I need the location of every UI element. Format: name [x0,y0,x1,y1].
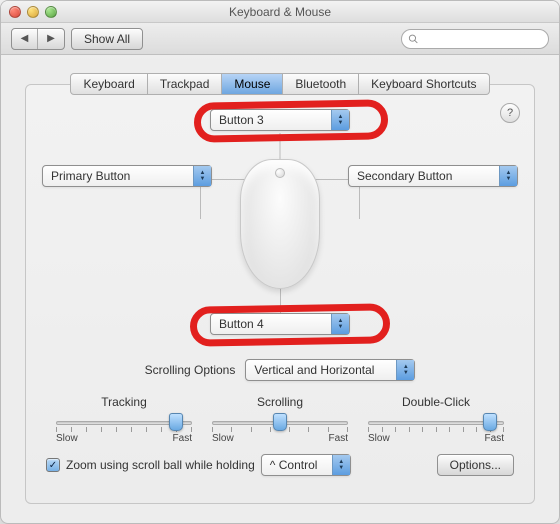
titlebar: Keyboard & Mouse [1,1,559,23]
search-input[interactable] [423,32,542,46]
tab-bar: Keyboard Trackpad Mouse Bluetooth Keyboa… [25,73,535,95]
mouse-panel: ? Button 3 ▲▼ [25,84,535,504]
tab-bluetooth[interactable]: Bluetooth [283,73,359,95]
stepper-icon: ▲▼ [499,166,517,186]
mouse-diagram: Button 3 ▲▼ Primary Button ▲▼ Secondary … [42,109,518,319]
stepper-icon: ▲▼ [331,110,349,130]
toolbar: ◀ ▶ Show All [1,23,559,55]
tab-keyboard[interactable]: Keyboard [70,73,147,95]
side-button-select[interactable]: Button 4 ▲▼ [210,313,350,335]
tracking-slider[interactable] [56,413,192,431]
zoom-label: Zoom using scroll ball while holding [66,458,255,472]
scroll-ball-button-select[interactable]: Button 3 ▲▼ [210,109,350,131]
search-field[interactable] [401,29,549,49]
slider-slow-label: Slow [56,433,78,444]
scrolling-options-select[interactable]: Vertical and Horizontal ▲▼ [245,359,415,381]
slider-slow-label: Slow [212,433,234,444]
show-all-button[interactable]: Show All [71,28,143,50]
scrolling-slider-label: Scrolling [212,395,348,409]
stepper-icon: ▲▼ [193,166,211,186]
tab-keyboard-shortcuts[interactable]: Keyboard Shortcuts [359,73,489,95]
options-button[interactable]: Options... [437,454,514,476]
stepper-icon: ▲▼ [331,314,349,334]
doubleclick-slider-group: Double-Click Slow Fast [358,395,514,444]
stepper-icon: ▲▼ [332,455,350,475]
forward-button[interactable]: ▶ [38,29,64,49]
right-button-select[interactable]: Secondary Button ▲▼ [348,165,518,187]
slider-fast-label: Fast [329,433,348,444]
popup-value: ^ Control [262,455,332,475]
tracking-slider-group: Tracking Slow Fast [46,395,202,444]
scrolling-slider[interactable] [212,413,348,431]
popup-value: Button 3 [211,110,331,130]
left-button-select[interactable]: Primary Button ▲▼ [42,165,212,187]
doubleclick-label: Double-Click [368,395,504,409]
window-title: Keyboard & Mouse [1,5,559,19]
mouse-icon [240,159,320,289]
tab-trackpad[interactable]: Trackpad [148,73,223,95]
popup-value: Vertical and Horizontal [246,360,396,380]
slider-slow-label: Slow [368,433,390,444]
doubleclick-slider[interactable] [368,413,504,431]
tracking-label: Tracking [56,395,192,409]
back-button[interactable]: ◀ [12,29,38,49]
stepper-icon: ▲▼ [396,360,414,380]
popup-value: Button 4 [211,314,331,334]
search-icon [408,33,419,45]
zoom-modifier-select[interactable]: ^ Control ▲▼ [261,454,351,476]
slider-fast-label: Fast [173,433,192,444]
tab-mouse[interactable]: Mouse [222,73,283,95]
scroll-ball-icon [275,168,285,178]
scrolling-slider-group: Scrolling Slow Fast [202,395,358,444]
apple-logo-icon [273,226,287,240]
zoom-checkbox[interactable]: ✓ [46,458,60,472]
popup-value: Secondary Button [349,166,499,186]
popup-value: Primary Button [43,166,193,186]
slider-fast-label: Fast [485,433,504,444]
scrolling-options-label: Scrolling Options [145,363,236,377]
